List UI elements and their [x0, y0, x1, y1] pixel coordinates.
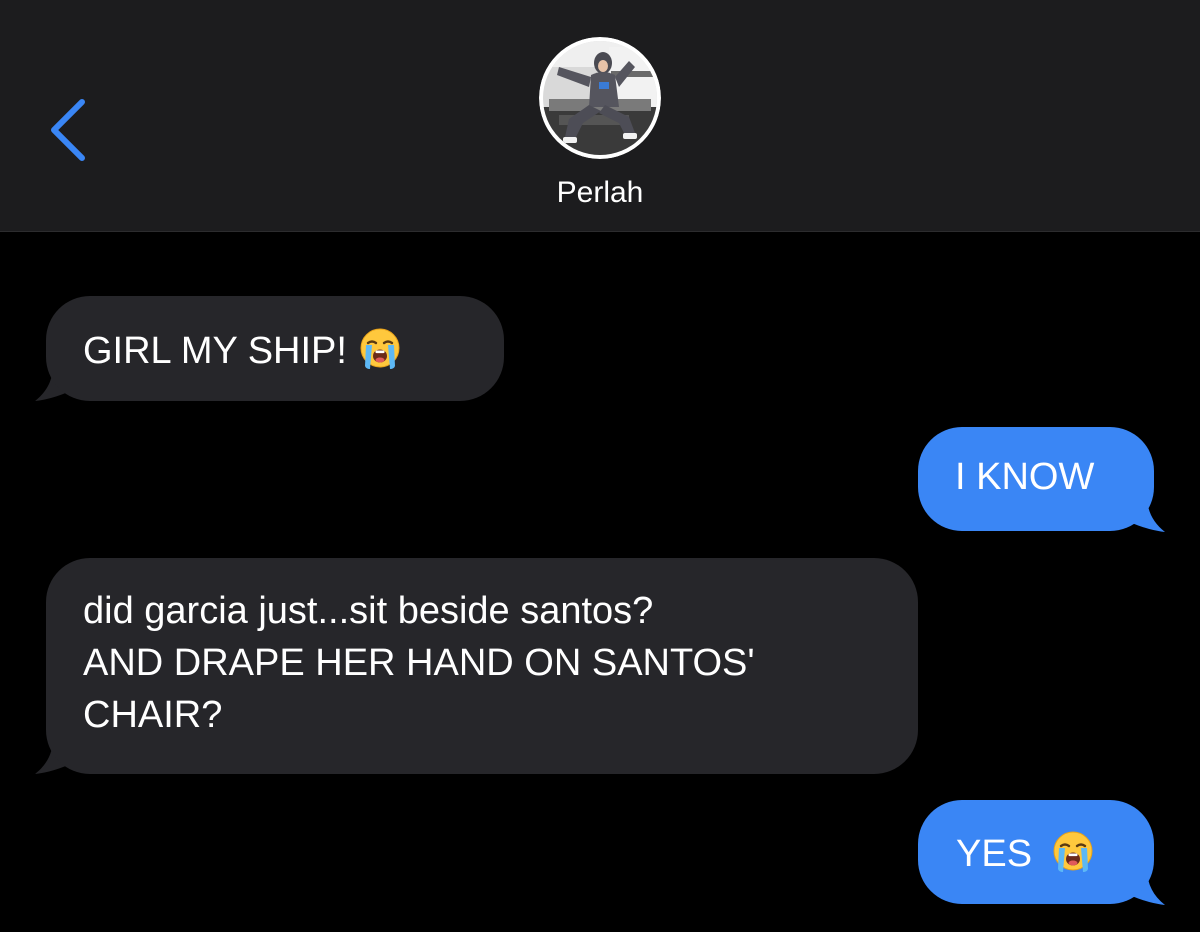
message-text: GIRL MY SHIP! [83, 330, 347, 372]
message-received-1[interactable]: GIRL MY SHIP! [46, 296, 504, 401]
contact-name[interactable]: Perlah [0, 176, 1200, 210]
message-line: CHAIR? [83, 694, 223, 736]
message-text: YES [956, 833, 1033, 875]
message-line: did garcia just...sit beside santos? [83, 590, 654, 632]
message-thread: GIRL MY SHIP! I KNOW did garcia just...s… [0, 232, 1200, 932]
message-text: I KNOW [955, 456, 1095, 498]
loudly-crying-face-icon [1050, 829, 1096, 875]
loudly-crying-face-icon [357, 326, 403, 372]
conversation-header: Perlah [0, 0, 1200, 232]
message-sent-2[interactable]: YES [918, 800, 1154, 904]
avatar-photo [539, 37, 661, 159]
back-button[interactable] [38, 90, 98, 170]
message-sent-1[interactable]: I KNOW [918, 427, 1154, 531]
message-line: AND DRAPE HER HAND ON SANTOS' [83, 642, 755, 684]
message-received-2[interactable]: did garcia just...sit beside santos? AND… [46, 558, 918, 774]
contact-avatar[interactable] [539, 37, 661, 159]
chevron-left-icon [51, 99, 85, 161]
